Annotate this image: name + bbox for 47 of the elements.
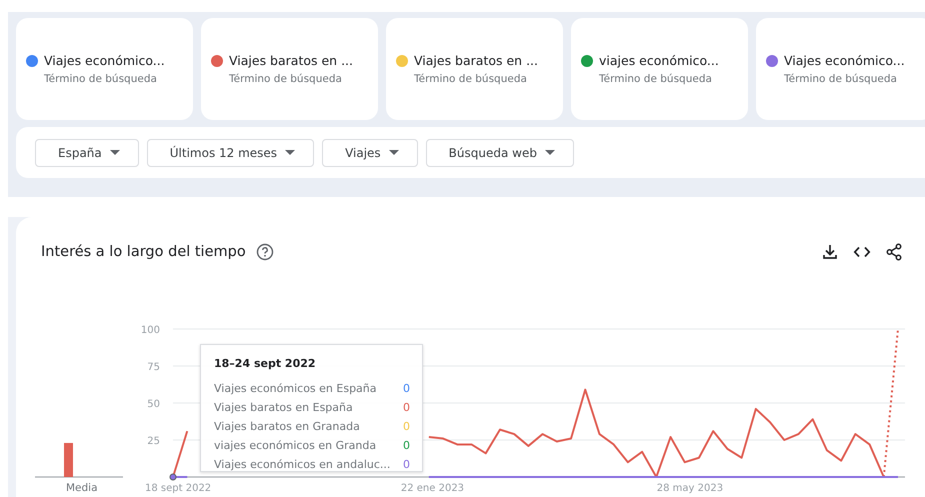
search-term-subtitle: Término de búsqueda <box>599 73 713 85</box>
tooltip-value: 0 <box>403 420 410 435</box>
search-term-title: Viajes baratos en ... <box>414 53 538 68</box>
hover-point <box>170 474 176 480</box>
tooltip-series-name: viajes económicos en Granda <box>214 439 376 454</box>
search-term-title: viajes económico... <box>599 53 719 68</box>
filter-dropdown[interactable]: Búsqueda web <box>426 138 574 166</box>
search-term-card[interactable]: Viajes baratos en ... Término de búsqueda <box>386 18 563 120</box>
download-icon[interactable] <box>821 243 839 261</box>
tooltip-series-name: Viajes baratos en Granada <box>214 420 360 435</box>
tooltip-value: 0 <box>403 401 410 416</box>
tooltip-title: 18–24 sept 2022 <box>214 357 317 370</box>
axis-tick-label: 50 <box>147 399 160 410</box>
search-term-subtitle: Término de búsqueda <box>229 73 343 85</box>
help-icon[interactable] <box>256 243 274 261</box>
caret-icon <box>388 150 399 155</box>
search-term-title: Viajes económico... <box>784 53 905 68</box>
axis-tick-label: 18 sept 2022 <box>145 483 212 494</box>
search-term-subtitle: Término de búsqueda <box>44 73 158 85</box>
share-icon[interactable] <box>885 243 903 261</box>
caret-icon <box>285 150 296 155</box>
search-term-card[interactable]: Viajes económico... Término de búsqueda <box>16 18 193 120</box>
section-title: Interés a lo largo del tiempo <box>41 244 246 260</box>
search-term-title: Viajes económico... <box>44 53 165 68</box>
tooltip-series-name: Viajes baratos en España <box>214 401 353 416</box>
tooltip-series-name: Viajes económicos en España <box>214 382 377 397</box>
tooltip-value: 0 <box>403 382 410 397</box>
axis-tick-label: 75 <box>147 362 160 373</box>
axis-tick-label: 100 <box>140 325 160 336</box>
search-term-subtitle: Término de búsqueda <box>414 73 528 85</box>
filter-dropdown[interactable]: Viajes <box>322 138 418 166</box>
axis-tick-label: 25 <box>147 436 160 447</box>
caret-icon <box>544 150 555 155</box>
tooltip-value: 0 <box>403 458 410 473</box>
axis-tick-label: 28 may 2023 <box>656 483 724 494</box>
search-term-title: Viajes baratos en ... <box>229 53 353 68</box>
tooltip-value: 0 <box>403 439 410 454</box>
search-term-card[interactable]: Viajes económico... Término de búsqueda <box>756 18 925 120</box>
tooltip-series-name: Viajes económicos en andaluc... <box>214 458 390 473</box>
search-term-card[interactable]: Viajes baratos en ... Término de búsqueda <box>201 18 378 120</box>
filter-dropdown[interactable]: España <box>35 138 139 166</box>
caret-icon <box>110 150 120 155</box>
axis-tick-label: 22 ene 2023 <box>400 483 464 494</box>
axis-label: Media <box>66 482 98 494</box>
search-term-subtitle: Término de búsqueda <box>784 73 898 85</box>
filter-dropdown[interactable]: Últimos 12 meses <box>146 138 314 166</box>
search-term-card[interactable]: viajes económico... Término de búsqueda <box>571 18 748 120</box>
